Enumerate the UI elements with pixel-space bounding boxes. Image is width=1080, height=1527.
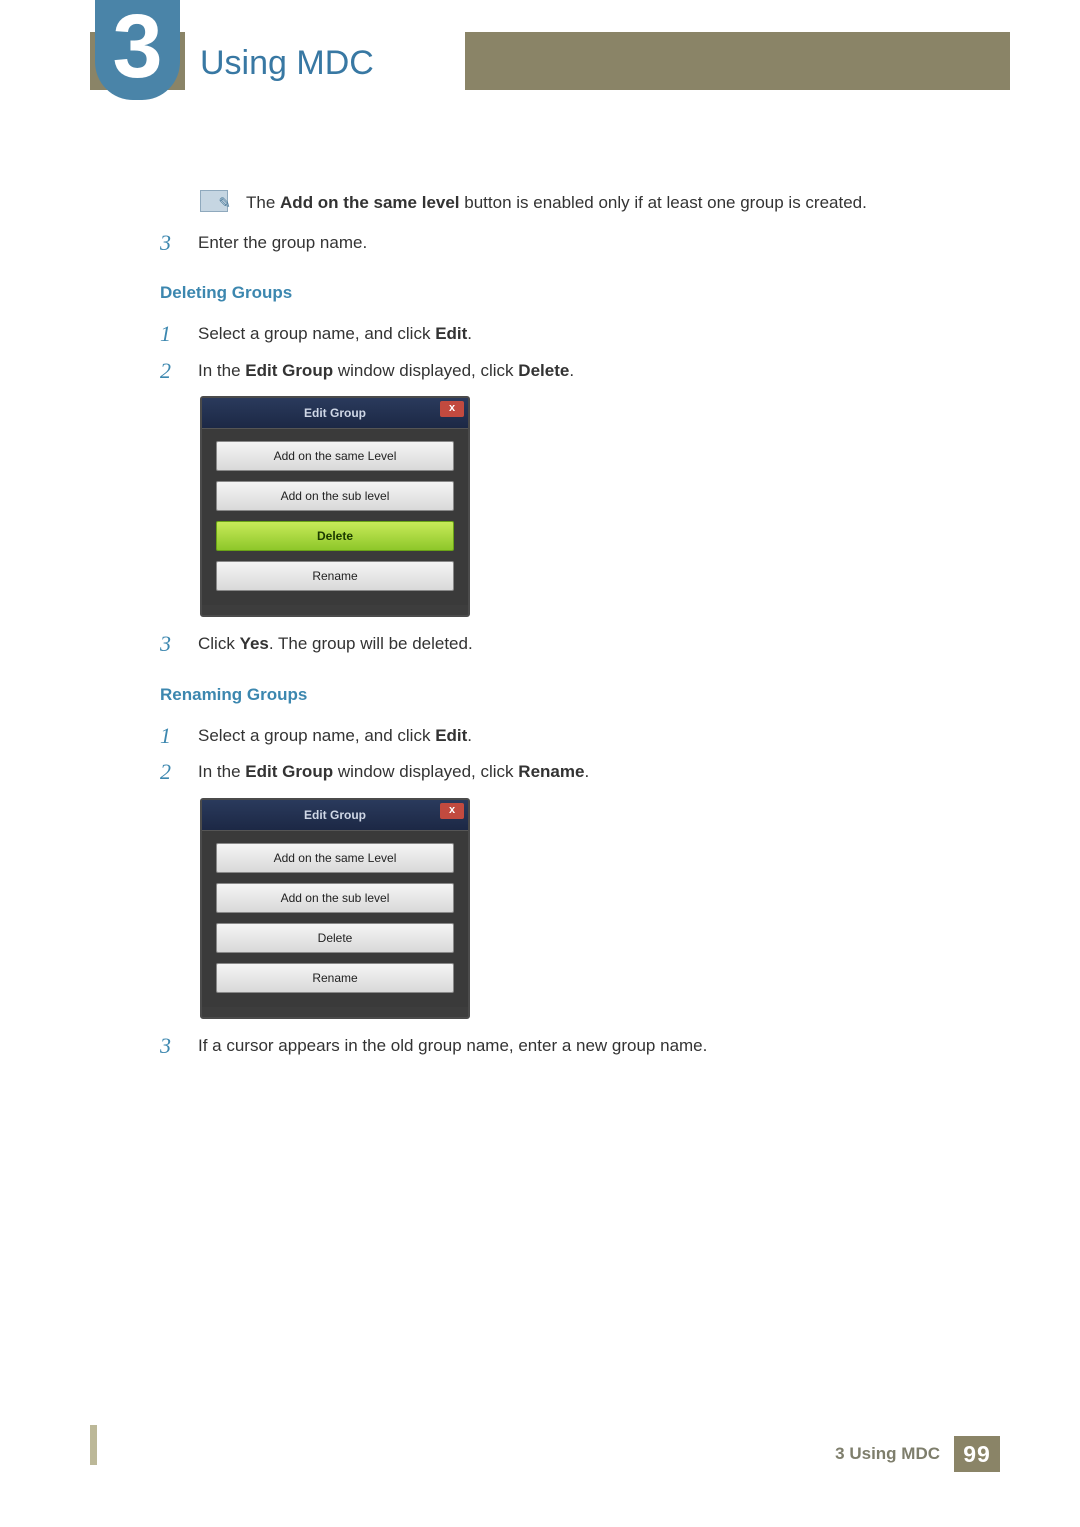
footer-chapter-label: 3 Using MDC — [835, 1441, 940, 1467]
close-icon[interactable]: x — [440, 401, 464, 417]
t: Edit Group — [245, 361, 333, 380]
step-number: 2 — [160, 759, 180, 785]
page-footer: 3 Using MDC 99 — [835, 1436, 1000, 1472]
page-content: The Add on the same level button is enab… — [160, 190, 1000, 1069]
note-row: The Add on the same level button is enab… — [200, 190, 1000, 216]
dialog-title-text: Edit Group — [304, 808, 366, 822]
step-text: Click Yes. The group will be deleted. — [198, 631, 473, 657]
t: Rename — [518, 762, 584, 781]
step-text: In the Edit Group window displayed, clic… — [198, 759, 589, 785]
step-number: 3 — [160, 1033, 180, 1059]
note-icon — [200, 190, 228, 212]
step-number: 1 — [160, 723, 180, 749]
delete-button[interactable]: Delete — [216, 923, 454, 953]
t: window displayed, click — [333, 361, 518, 380]
step-number: 3 — [160, 230, 180, 256]
note-text-bold: Add on the same level — [280, 193, 460, 212]
step-row: 3 Enter the group name. — [160, 230, 1000, 256]
step-text: Select a group name, and click Edit. — [198, 723, 472, 749]
step-row: 1 Select a group name, and click Edit. — [160, 723, 1000, 749]
note-text: The Add on the same level button is enab… — [246, 190, 867, 216]
step-text: Select a group name, and click Edit. — [198, 321, 472, 347]
chapter-title: Using MDC — [200, 38, 374, 89]
t: . — [467, 324, 472, 343]
subheading-renaming: Renaming Groups — [160, 682, 1000, 708]
footer-page-number: 99 — [954, 1436, 1000, 1472]
edit-group-dialog: Edit Group x Add on the same Level Add o… — [200, 798, 470, 1019]
step-row: 2 In the Edit Group window displayed, cl… — [160, 358, 1000, 384]
dialog-title: Edit Group x — [202, 398, 468, 429]
t: Select a group name, and click — [198, 726, 435, 745]
rename-button[interactable]: Rename — [216, 561, 454, 591]
rename-button[interactable]: Rename — [216, 963, 454, 993]
step-text: In the Edit Group window displayed, clic… — [198, 358, 574, 384]
chapter-number-badge: 3 — [95, 0, 180, 100]
left-rail-accent — [90, 1425, 97, 1465]
dialog-body: Add on the same Level Add on the sub lev… — [202, 429, 468, 605]
step-number: 2 — [160, 358, 180, 384]
t: Delete — [518, 361, 569, 380]
t: Edit — [435, 726, 467, 745]
t: window displayed, click — [333, 762, 518, 781]
add-sub-level-button[interactable]: Add on the sub level — [216, 481, 454, 511]
dialog-title-text: Edit Group — [304, 406, 366, 420]
subheading-deleting: Deleting Groups — [160, 280, 1000, 306]
t: Yes — [240, 634, 269, 653]
t: . — [569, 361, 574, 380]
t: Edit Group — [245, 762, 333, 781]
t: Select a group name, and click — [198, 324, 435, 343]
t: Edit — [435, 324, 467, 343]
t: . — [584, 762, 589, 781]
step-text: If a cursor appears in the old group nam… — [198, 1033, 707, 1059]
delete-button[interactable]: Delete — [216, 521, 454, 551]
step-number: 3 — [160, 631, 180, 657]
t: . — [467, 726, 472, 745]
note-text-pre: The — [246, 193, 280, 212]
t: In the — [198, 361, 245, 380]
note-text-post: button is enabled only if at least one g… — [460, 193, 867, 212]
step-number: 1 — [160, 321, 180, 347]
step-row: 1 Select a group name, and click Edit. — [160, 321, 1000, 347]
step-text: Enter the group name. — [198, 230, 367, 256]
edit-group-dialog: Edit Group x Add on the same Level Add o… — [200, 396, 470, 617]
t: In the — [198, 762, 245, 781]
add-sub-level-button[interactable]: Add on the sub level — [216, 883, 454, 913]
step-row: 3 Click Yes. The group will be deleted. — [160, 631, 1000, 657]
step-row: 2 In the Edit Group window displayed, cl… — [160, 759, 1000, 785]
close-icon[interactable]: x — [440, 803, 464, 819]
add-same-level-button[interactable]: Add on the same Level — [216, 441, 454, 471]
t: Click — [198, 634, 240, 653]
add-same-level-button[interactable]: Add on the same Level — [216, 843, 454, 873]
dialog-title: Edit Group x — [202, 800, 468, 831]
step-row: 3 If a cursor appears in the old group n… — [160, 1033, 1000, 1059]
dialog-body: Add on the same Level Add on the sub lev… — [202, 831, 468, 1007]
t: . The group will be deleted. — [269, 634, 473, 653]
